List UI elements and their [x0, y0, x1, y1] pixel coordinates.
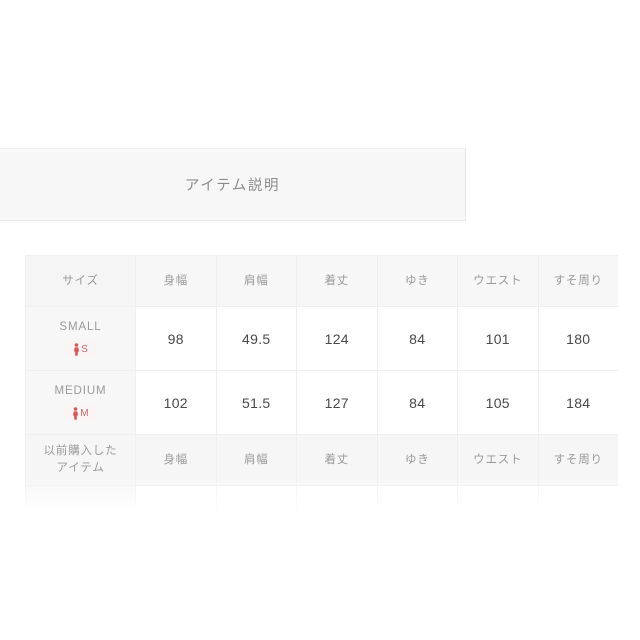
size-badge-medium: M — [63, 405, 98, 423]
table-header-row: サイズ 身幅 肩幅 着丈 ゆき ウエスト すそ周り — [25, 255, 619, 307]
cell-length-small: 124 — [296, 306, 378, 371]
previous-column-header-sleeve: ゆき — [376, 434, 458, 486]
cell-shoulder-width-small: 49.5 — [215, 306, 297, 371]
column-header-bust-width: 身幅 — [135, 255, 217, 307]
size-label-cell-medium: MEDIUM M — [25, 370, 136, 435]
column-header-sleeve: ゆき — [376, 255, 458, 307]
previous-item-header-row: 以前購入した アイテム 身幅 肩幅 着丈 ゆき ウエスト すそ周り — [25, 434, 619, 486]
size-chart-container: サイズ 身幅 肩幅 着丈 ゆき ウエスト すそ周り SMALL S 98 49.… — [25, 255, 619, 550]
column-header-length: 着丈 — [296, 255, 378, 307]
size-badge-letter-medium: M — [80, 407, 89, 419]
item-description-tab-label: アイテム説明 — [184, 178, 281, 194]
size-badge-letter-small: S — [81, 343, 88, 355]
page-root: アイテム説明 サイズ 身幅 肩幅 着丈 ゆき ウエスト すそ周り SMALL S… — [0, 0, 640, 640]
table-row-clipped — [25, 485, 619, 550]
size-label-cell-small: SMALL S — [25, 306, 136, 371]
previous-column-header-length: 着丈 — [296, 434, 378, 486]
column-header-waist: ウエスト — [457, 255, 539, 307]
cell-waist-small: 101 — [457, 306, 539, 371]
table-row[interactable]: SMALL S 98 49.5 124 84 101 180 — [25, 306, 619, 371]
size-name-medium: MEDIUM — [54, 384, 107, 397]
previous-item-label-cell: 以前購入した アイテム — [25, 434, 136, 486]
previous-item-label-line1: 以前購入した — [43, 445, 118, 458]
clipped-cell — [457, 485, 539, 550]
item-description-tab[interactable]: アイテム説明 — [0, 148, 466, 221]
cell-sleeve-small: 84 — [376, 306, 458, 371]
size-name-small: SMALL — [59, 320, 102, 333]
size-badge-small: S — [63, 341, 98, 359]
cell-length-medium: 127 — [296, 370, 378, 435]
cell-sleeve-medium: 84 — [376, 370, 458, 435]
cell-bust-width-medium: 102 — [135, 370, 217, 435]
previous-column-header-bust-width: 身幅 — [135, 434, 217, 486]
previous-column-header-hem: すそ周り — [537, 434, 619, 486]
previous-column-header-waist: ウエスト — [457, 434, 539, 486]
clipped-cell — [215, 485, 297, 550]
clipped-cell — [135, 485, 217, 550]
cell-bust-width-small: 98 — [135, 306, 217, 371]
column-header-shoulder-width: 肩幅 — [215, 255, 297, 307]
size-chart-table: サイズ 身幅 肩幅 着丈 ゆき ウエスト すそ周り SMALL S 98 49.… — [25, 255, 619, 550]
clipped-cell — [296, 485, 378, 550]
cell-shoulder-width-medium: 51.5 — [215, 370, 297, 435]
cell-hem-small: 180 — [537, 306, 619, 371]
column-header-size: サイズ — [25, 255, 136, 307]
cell-waist-medium: 105 — [457, 370, 539, 435]
clipped-size-cell — [25, 485, 136, 550]
clipped-cell — [376, 485, 458, 550]
clipped-cell — [537, 485, 619, 550]
previous-item-label-line2: アイテム — [56, 462, 105, 474]
previous-column-header-shoulder-width: 肩幅 — [215, 434, 297, 486]
person-icon — [74, 343, 80, 356]
person-icon — [73, 407, 79, 420]
table-row[interactable]: MEDIUM M 102 51.5 127 84 105 184 — [25, 370, 619, 435]
column-header-hem: すそ周り — [537, 255, 619, 307]
cell-hem-medium: 184 — [537, 370, 619, 435]
